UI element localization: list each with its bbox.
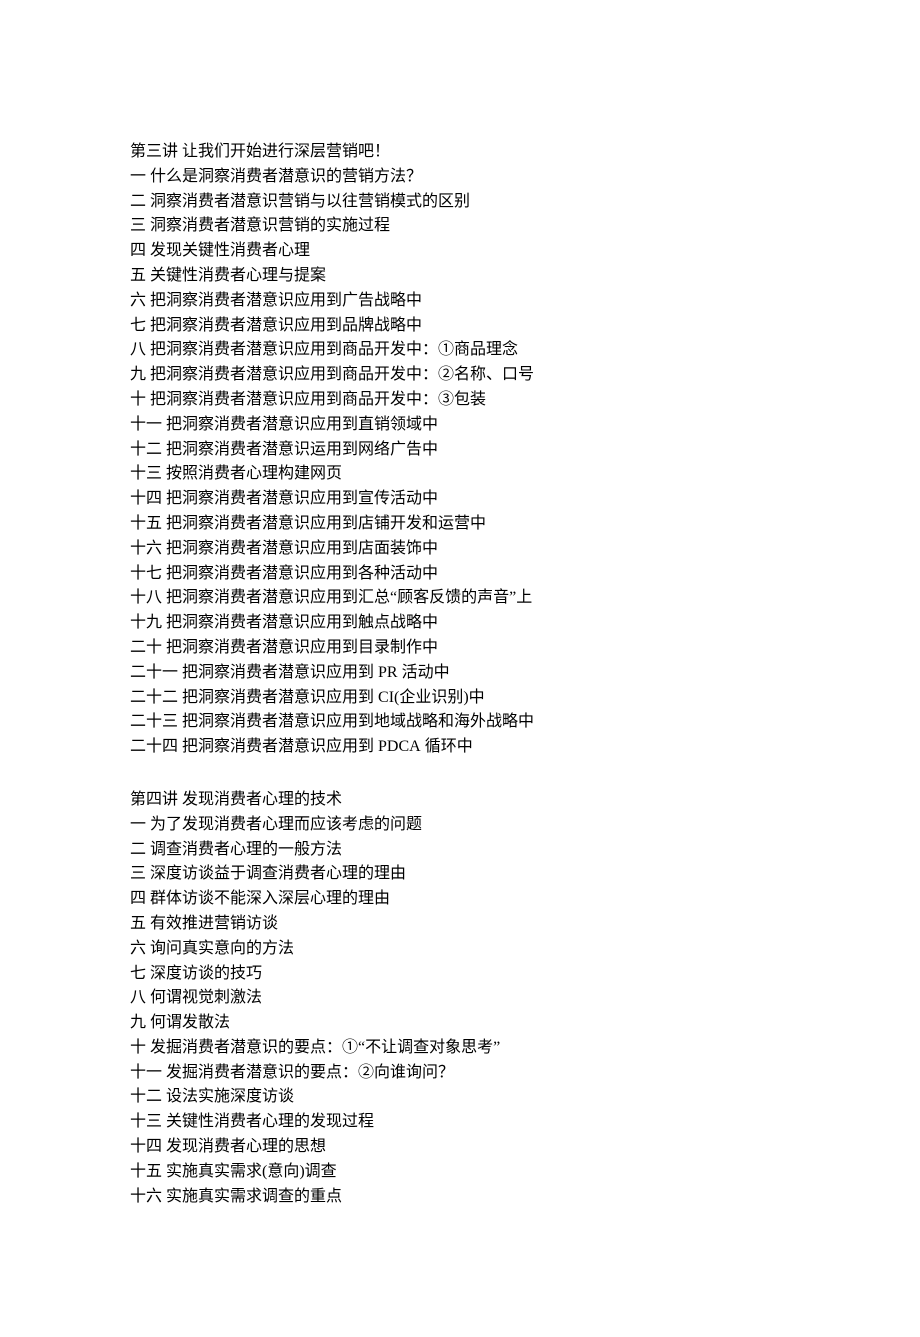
section-4: 第四讲 发现消费者心理的技术 一 为了发现消费者心理而应该考虑的问题 二 调查消… — [130, 788, 790, 1210]
list-item: 八 何谓视觉刺激法 — [130, 986, 790, 1011]
list-item: 二十四 把洞察消费者潜意识应用到 PDCA 循环中 — [130, 735, 790, 760]
list-item: 三 洞察消费者潜意识营销的实施过程 — [130, 214, 790, 239]
list-item: 十三 按照消费者心理构建网页 — [130, 462, 790, 487]
list-item: 九 何谓发散法 — [130, 1011, 790, 1036]
list-item: 十三 关键性消费者心理的发现过程 — [130, 1110, 790, 1135]
list-item: 七 深度访谈的技巧 — [130, 962, 790, 987]
list-item: 六 询问真实意向的方法 — [130, 937, 790, 962]
list-item: 十八 把洞察消费者潜意识应用到汇总“顾客反馈的声音”上 — [130, 586, 790, 611]
list-item: 一 什么是洞察消费者潜意识的营销方法？ — [130, 165, 790, 190]
list-item: 十九 把洞察消费者潜意识应用到触点战略中 — [130, 611, 790, 636]
list-item: 十二 设法实施深度访谈 — [130, 1085, 790, 1110]
list-item: 十四 把洞察消费者潜意识应用到宣传活动中 — [130, 487, 790, 512]
section-heading: 第四讲 发现消费者心理的技术 — [130, 788, 790, 813]
document-page: 第三讲 让我们开始进行深层营销吧！ 一 什么是洞察消费者潜意识的营销方法？ 二 … — [0, 0, 920, 1337]
list-item: 四 发现关键性消费者心理 — [130, 239, 790, 264]
list-item: 七 把洞察消费者潜意识应用到品牌战略中 — [130, 314, 790, 339]
list-item: 十六 实施真实需求调查的重点 — [130, 1185, 790, 1210]
list-item: 二 洞察消费者潜意识营销与以往营销模式的区别 — [130, 190, 790, 215]
list-item: 三 深度访谈益于调查消费者心理的理由 — [130, 862, 790, 887]
list-item: 十六 把洞察消费者潜意识应用到店面装饰中 — [130, 537, 790, 562]
list-item: 二十三 把洞察消费者潜意识应用到地域战略和海外战略中 — [130, 710, 790, 735]
list-item: 十二 把洞察消费者潜意识运用到网络广告中 — [130, 438, 790, 463]
list-item: 二 调查消费者心理的一般方法 — [130, 838, 790, 863]
list-item: 八 把洞察消费者潜意识应用到商品开发中：①商品理念 — [130, 338, 790, 363]
list-item: 十 发掘消费者潜意识的要点：①“不让调查对象思考” — [130, 1036, 790, 1061]
list-item: 二十 把洞察消费者潜意识应用到目录制作中 — [130, 636, 790, 661]
list-item: 十一 把洞察消费者潜意识应用到直销领域中 — [130, 413, 790, 438]
section-3: 第三讲 让我们开始进行深层营销吧！ 一 什么是洞察消费者潜意识的营销方法？ 二 … — [130, 140, 790, 760]
list-item: 十七 把洞察消费者潜意识应用到各种活动中 — [130, 562, 790, 587]
list-item: 五 关键性消费者心理与提案 — [130, 264, 790, 289]
list-item: 十五 实施真实需求(意向)调查 — [130, 1160, 790, 1185]
list-item: 九 把洞察消费者潜意识应用到商品开发中：②名称、口号 — [130, 363, 790, 388]
list-item: 一 为了发现消费者心理而应该考虑的问题 — [130, 813, 790, 838]
list-item: 六 把洞察消费者潜意识应用到广告战略中 — [130, 289, 790, 314]
list-item: 十五 把洞察消费者潜意识应用到店铺开发和运营中 — [130, 512, 790, 537]
list-item: 五 有效推进营销访谈 — [130, 912, 790, 937]
list-item: 十四 发现消费者心理的思想 — [130, 1135, 790, 1160]
list-item: 二十二 把洞察消费者潜意识应用到 CI(企业识别)中 — [130, 686, 790, 711]
section-heading: 第三讲 让我们开始进行深层营销吧！ — [130, 140, 790, 165]
list-item: 十一 发掘消费者潜意识的要点：②向谁询问？ — [130, 1061, 790, 1086]
list-item: 二十一 把洞察消费者潜意识应用到 PR 活动中 — [130, 661, 790, 686]
list-item: 四 群体访谈不能深入深层心理的理由 — [130, 887, 790, 912]
list-item: 十 把洞察消费者潜意识应用到商品开发中：③包装 — [130, 388, 790, 413]
